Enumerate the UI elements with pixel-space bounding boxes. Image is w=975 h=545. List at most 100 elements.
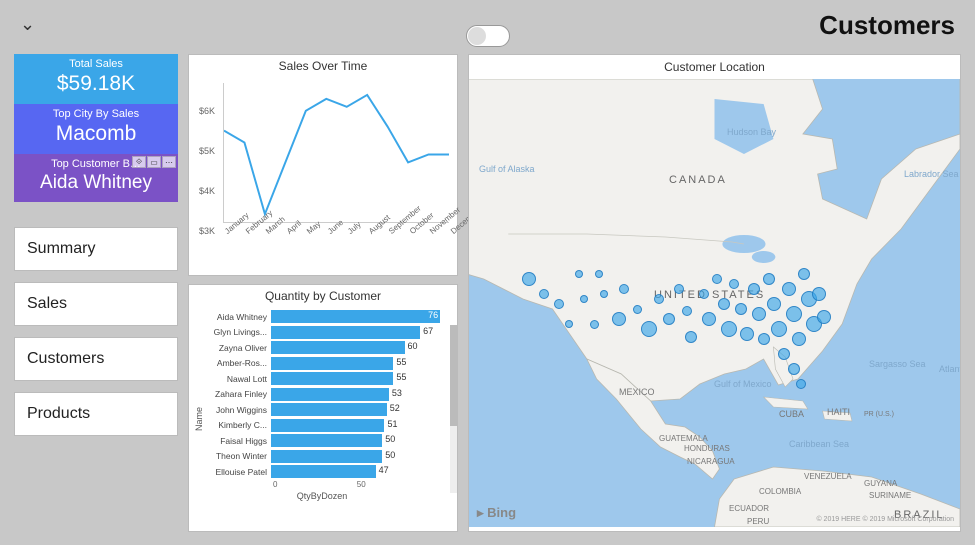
bar-track: 52 bbox=[271, 403, 449, 416]
bar-chart-body: Name Aida Whitney76 Glyn Livings... 67Zayn… bbox=[189, 305, 457, 523]
bar-track: 67 bbox=[271, 326, 449, 339]
theme-toggle[interactable] bbox=[466, 25, 510, 47]
location-bubble[interactable] bbox=[735, 303, 747, 315]
location-bubble[interactable] bbox=[522, 272, 536, 286]
card-total-sales[interactable]: Total Sales $59.18K bbox=[14, 54, 178, 104]
location-bubble[interactable] bbox=[782, 282, 796, 296]
location-bubble[interactable] bbox=[619, 284, 629, 294]
card-label: Top City By Sales bbox=[14, 108, 178, 120]
location-bubble[interactable] bbox=[682, 306, 692, 316]
location-bubble[interactable] bbox=[767, 297, 781, 311]
y-axis-label: Name bbox=[194, 407, 204, 431]
bar-track: 60 bbox=[271, 341, 449, 354]
location-bubble[interactable] bbox=[792, 332, 806, 346]
location-bubble[interactable] bbox=[796, 379, 806, 389]
location-bubble[interactable] bbox=[752, 307, 766, 321]
bar-track: 76 bbox=[271, 310, 449, 323]
nav-summary[interactable]: Summary bbox=[14, 227, 178, 271]
location-bubble[interactable] bbox=[612, 312, 626, 326]
chevron-down-icon[interactable]: ⌄ bbox=[20, 14, 35, 35]
bar-row: Amber-Ros...55 bbox=[195, 356, 449, 372]
location-bubble[interactable] bbox=[575, 270, 583, 278]
location-bubble[interactable] bbox=[758, 333, 770, 345]
location-bubble[interactable] bbox=[641, 321, 657, 337]
kpi-cards: Total Sales $59.18K Top City By Sales Ma… bbox=[14, 54, 178, 202]
more-icon[interactable]: ⋯ bbox=[162, 156, 176, 168]
bar-fill bbox=[271, 450, 382, 463]
bar-name: John Wiggins bbox=[195, 405, 267, 415]
location-bubble[interactable] bbox=[674, 284, 684, 294]
scrollbar-thumb[interactable] bbox=[450, 325, 457, 426]
location-bubble[interactable] bbox=[748, 283, 760, 295]
plot-area bbox=[223, 83, 449, 223]
bar-row: Faisal Higgs 50 bbox=[195, 433, 449, 449]
nav-products[interactable]: Products bbox=[14, 392, 178, 436]
location-bubble[interactable] bbox=[600, 290, 608, 298]
bar-value: 51 bbox=[384, 419, 399, 429]
location-bubble[interactable] bbox=[817, 310, 831, 324]
map-label-atlantic: Atlant Ocea bbox=[939, 364, 961, 374]
location-bubble[interactable] bbox=[539, 289, 549, 299]
bar-row: Nawal Lott55 bbox=[195, 371, 449, 387]
location-bubble[interactable] bbox=[565, 320, 573, 328]
bar-rows: Aida Whitney76 Glyn Livings... 67Zayna Oli… bbox=[195, 309, 449, 480]
bar-name: Glyn Livings... bbox=[195, 327, 267, 337]
location-bubble[interactable] bbox=[771, 321, 787, 337]
map-panel[interactable]: Customer Location bbox=[468, 54, 961, 532]
map-body[interactable]: CANADA UNITED STATES MEXICO BRAZIL Hudso… bbox=[469, 79, 960, 527]
location-bubble[interactable] bbox=[786, 306, 802, 322]
location-bubble[interactable] bbox=[788, 363, 800, 375]
nav-buttons: Summary Sales Customers Products bbox=[14, 227, 178, 436]
map-label-hudson: Hudson Bay bbox=[727, 127, 776, 137]
location-bubble[interactable] bbox=[580, 295, 588, 303]
location-bubble[interactable] bbox=[685, 331, 697, 343]
bar-name: Kimberly C... bbox=[195, 420, 267, 430]
bar-chart-panel[interactable]: Quantity by Customer Name Aida Whitney76… bbox=[188, 284, 458, 532]
bar-value: 60 bbox=[405, 341, 420, 351]
bar-fill bbox=[271, 341, 405, 354]
bar-row: Zayna Oliver60 bbox=[195, 340, 449, 356]
map-label-canada: CANADA bbox=[669, 174, 727, 186]
bar-name: Faisal Higgs bbox=[195, 436, 267, 446]
location-bubble[interactable] bbox=[554, 299, 564, 309]
nav-sales[interactable]: Sales bbox=[14, 282, 178, 326]
card-top-customer[interactable]: ⟐ ▭ ⋯ Top Customer B… Aida Whitney bbox=[14, 154, 178, 202]
filter-icon[interactable]: ⟐ bbox=[132, 156, 146, 168]
location-bubble[interactable] bbox=[590, 320, 599, 329]
scrollbar[interactable] bbox=[450, 325, 457, 493]
bar-fill bbox=[271, 357, 393, 370]
location-bubble[interactable] bbox=[798, 268, 810, 280]
bar-track: 50 bbox=[271, 434, 449, 447]
location-bubble[interactable] bbox=[721, 321, 737, 337]
location-bubble[interactable] bbox=[654, 294, 664, 304]
location-bubble[interactable] bbox=[778, 348, 790, 360]
location-bubble[interactable] bbox=[718, 298, 730, 310]
location-bubble[interactable] bbox=[702, 312, 716, 326]
nav-customers[interactable]: Customers bbox=[14, 337, 178, 381]
bar-row: Zahara Finley53 bbox=[195, 387, 449, 403]
location-bubble[interactable] bbox=[740, 327, 754, 341]
bing-logo: ▸ Bing bbox=[477, 505, 516, 521]
location-bubble[interactable] bbox=[763, 273, 775, 285]
bar-row: Aida Whitney76 bbox=[195, 309, 449, 325]
bar-name: Amber-Ros... bbox=[195, 358, 267, 368]
bar-fill bbox=[271, 388, 389, 401]
focus-icon[interactable]: ▭ bbox=[147, 156, 161, 168]
line-chart-panel[interactable]: Sales Over Time $3K$4K$5K$6K JanuaryFebr… bbox=[188, 54, 458, 276]
card-top-city[interactable]: Top City By Sales Macomb bbox=[14, 104, 178, 154]
location-bubble[interactable] bbox=[663, 313, 675, 325]
bar-value: 47 bbox=[376, 465, 391, 475]
card-value: Aida Whitney bbox=[14, 172, 178, 194]
location-bubble[interactable] bbox=[712, 274, 722, 284]
map-label-nicaragua: NICARAGUA bbox=[687, 457, 735, 466]
xtick: 0 bbox=[273, 480, 277, 489]
location-bubble[interactable] bbox=[699, 289, 709, 299]
ytick: $3K bbox=[199, 226, 215, 236]
location-bubble[interactable] bbox=[812, 287, 826, 301]
location-bubble[interactable] bbox=[633, 305, 642, 314]
location-bubble[interactable] bbox=[595, 270, 603, 278]
page-title: Customers bbox=[819, 10, 955, 41]
location-bubble[interactable] bbox=[729, 279, 739, 289]
line-chart-body: $3K$4K$5K$6K JanuaryFebruaryMarchAprilMa… bbox=[189, 75, 457, 265]
bar-value: 55 bbox=[393, 372, 408, 382]
